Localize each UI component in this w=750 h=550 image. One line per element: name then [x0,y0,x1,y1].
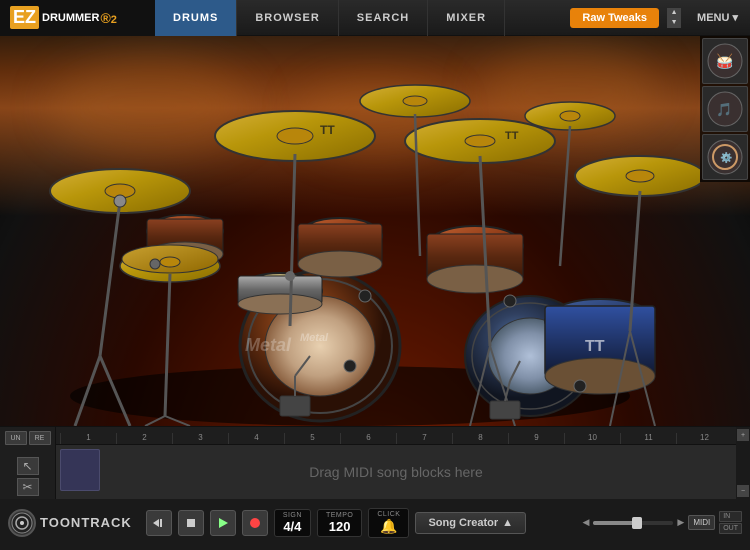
out-button[interactable]: OUT [719,523,742,534]
ruler-mark-3: 3 [172,433,228,444]
stop-button[interactable] [178,510,204,536]
volume-slider[interactable] [593,521,673,525]
rewind-button[interactable] [146,510,172,536]
scroll-up-button[interactable]: + [737,429,749,441]
ruler-marks: 1 2 3 4 5 6 7 8 9 10 11 12 [60,427,732,444]
tempo-value: 120 [326,519,353,534]
timeline-tools: ↖ ✂ [17,457,39,496]
time-signature-box[interactable]: Sign 4/4 [274,509,311,537]
timeline-ruler: 1 2 3 4 5 6 7 8 9 10 11 12 [56,427,736,445]
ruler-mark-10: 10 [564,433,620,444]
ruler-mark-4: 4 [228,433,284,444]
logo-ez: EZ [10,6,39,29]
time-signature-value: 4/4 [283,519,302,534]
timeline-content[interactable]: Drag MIDI song blocks here [56,445,736,499]
tempo-label: Tempo [326,512,353,519]
drag-hint-text: Drag MIDI song blocks here [309,464,483,480]
svg-text:TT: TT [585,338,605,355]
nav-up-arrow[interactable]: ▲ [667,8,681,18]
svg-text:TT: TT [505,130,519,142]
toontrack-logo: TOONTRACK [8,509,132,537]
nav-arrows: ▲ ▼ [667,8,681,28]
svg-text:TT: TT [320,123,335,137]
logo-drummer: DRUMMER [42,12,99,24]
ruler-mark-9: 9 [508,433,564,444]
click-box[interactable]: Click 🔔 [368,508,409,538]
ruler-mark-7: 7 [396,433,452,444]
redo-button[interactable]: RE [29,431,51,445]
ruler-mark-12: 12 [676,433,732,444]
pointer-tool[interactable]: ↖ [17,457,39,475]
song-creator-arrow-icon: ▲ [502,517,513,529]
svg-text:Metal: Metal [245,335,292,355]
in-button[interactable]: IN [719,511,742,522]
tab-search[interactable]: SEARCH [339,0,428,36]
tab-drums[interactable]: DRUMS [155,0,237,36]
svg-text:⚙️: ⚙️ [720,151,732,164]
panel-icon-3[interactable]: ⚙️ [702,134,748,180]
timeline-area: UN RE ↖ ✂ 1 2 3 4 5 6 7 8 9 10 11 12 [0,426,750,498]
timeline-left: UN RE ↖ ✂ [0,427,56,499]
raw-tweaks-button[interactable]: Raw Tweaks [570,8,659,28]
ruler-mark-8: 8 [452,433,508,444]
tab-mixer[interactable]: MIXER [428,0,505,36]
ruler-mark-6: 6 [340,433,396,444]
panel-icon-2[interactable]: 🎵 [702,86,748,132]
time-signature-label: Sign [283,512,302,519]
drum-kit-svg: Metal TT [0,36,700,426]
ruler-mark-5: 5 [284,433,340,444]
nav-down-arrow[interactable]: ▼ [667,18,681,28]
midi-button[interactable]: MIDI [688,515,715,530]
top-navigation: EZ DRUMMER ®2 DRUMS BROWSER SEARCH MIXER… [0,0,750,36]
svg-text:Metal: Metal [300,332,329,344]
slider-fill [593,521,637,525]
volume-left-arrow[interactable]: ◀ [582,517,589,528]
undo-button[interactable]: UN [5,431,27,445]
nav-tabs: DRUMS BROWSER SEARCH MIXER Raw Tweaks ▲ … [155,0,750,36]
song-creator-button[interactable]: Song Creator ▲ [415,512,526,534]
in-out-buttons: IN OUT [719,511,742,534]
timeline-scroll: + − [736,427,750,499]
toontrack-circle-icon [8,509,36,537]
menu-button[interactable]: MENU ▾ [685,11,750,24]
play-button[interactable] [210,510,236,536]
svg-text:🥁: 🥁 [716,53,734,70]
cut-tool[interactable]: ✂ [17,478,39,496]
volume-slider-area: ◀ ▶ MIDI IN OUT [582,511,742,534]
ruler-mark-11: 11 [620,433,676,444]
click-label: Click [377,511,400,518]
toontrack-name: TOONTRACK [40,515,132,530]
svg-text:🎵: 🎵 [716,102,732,117]
tab-browser[interactable]: BROWSER [237,0,338,36]
midi-block[interactable] [60,449,100,491]
volume-right-arrow[interactable]: ▶ [677,517,684,528]
logo-area: EZ DRUMMER ®2 [0,0,155,36]
song-creator-label: Song Creator [428,517,498,529]
bottom-bar: TOONTRACK Sign 4/4 Tempo 120 Click 🔔 Son… [0,498,750,546]
click-icon: 🔔 [377,518,400,535]
timeline-main: 1 2 3 4 5 6 7 8 9 10 11 12 Drag MIDI son… [56,427,736,499]
slider-thumb[interactable] [632,517,642,529]
ruler-mark-1: 1 [60,433,116,444]
right-panel: 🥁 🎵 ⚙️ [700,36,750,182]
tempo-box[interactable]: Tempo 120 [317,509,362,537]
ruler-mark-2: 2 [116,433,172,444]
panel-icon-1[interactable]: 🥁 [702,38,748,84]
scroll-down-button[interactable]: − [737,485,749,497]
record-button[interactable] [242,510,268,536]
logo-2: ®2 [100,10,116,26]
drum-kit-area: Metal TT [0,36,750,426]
